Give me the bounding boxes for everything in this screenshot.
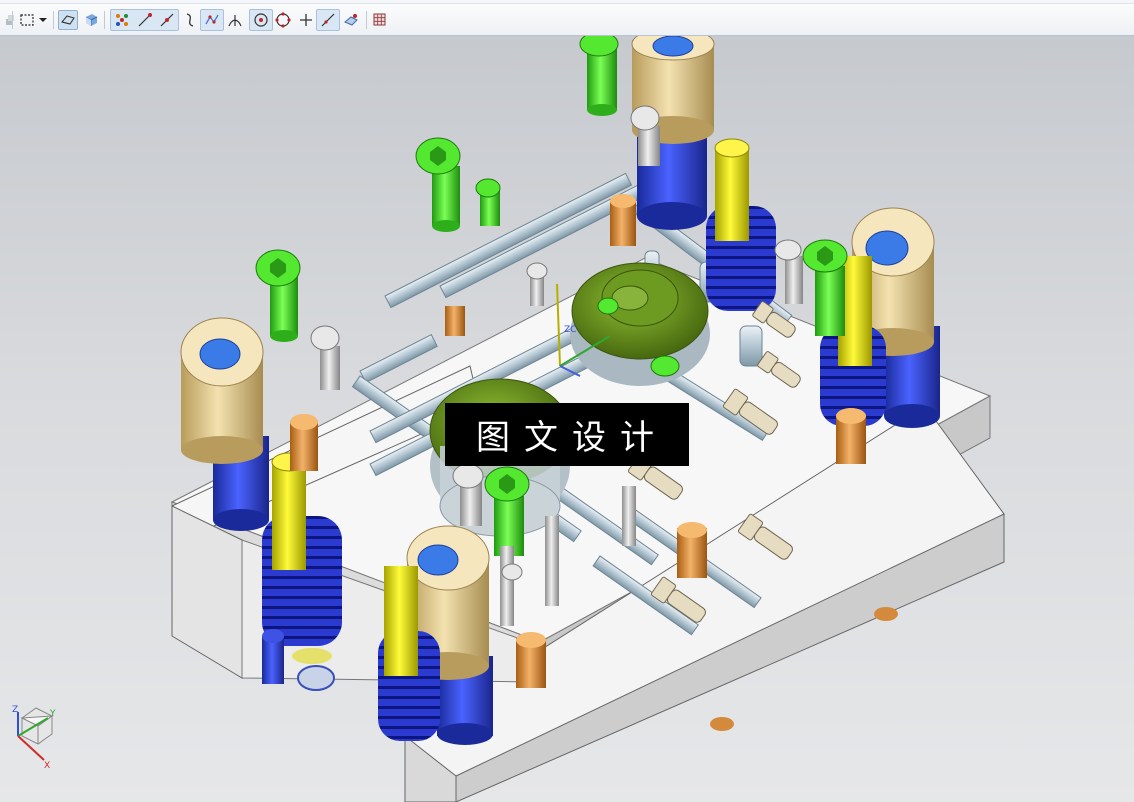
dropdown-arrow-icon[interactable] [37,10,49,30]
snap-all-points-icon[interactable] [112,10,132,30]
snap-point-on-face-icon[interactable] [341,10,361,30]
rectangle-select-icon[interactable] [18,10,38,30]
snap-arc-center-icon[interactable] [251,10,271,30]
snap-point-on-line-icon[interactable] [318,10,338,30]
triad-z-label: Z [12,705,18,715]
graphics-window[interactable]: ZC Z Y X 图文设计 [0,36,1134,802]
wireframe-view-icon[interactable] [58,10,78,30]
snap-point-on-curve-icon[interactable] [296,10,316,30]
triad-x-label: X [44,761,50,771]
snap-quadrant-icon[interactable] [273,10,293,30]
snap-curve-icon[interactable] [180,10,200,30]
selection-filter-icon[interactable] [0,10,20,30]
snap-midpoint-icon[interactable] [157,10,177,30]
triad-y-label: Y [49,709,56,719]
view-toolbar [0,0,1134,36]
snap-endpoint-icon[interactable] [135,10,155,30]
snap-intersection-icon[interactable] [225,10,245,30]
spring-top-right[interactable] [706,138,776,311]
punch-right[interactable] [570,262,710,386]
wcs-label: ZC [564,325,576,335]
watermark-banner: 图文设计 [445,403,689,466]
toolbar-top-strip [0,0,1134,4]
grid-icon[interactable] [370,10,390,30]
view-triad[interactable]: Z Y X [12,705,56,771]
shaded-view-icon[interactable] [81,10,101,30]
snap-control-point-icon[interactable] [202,10,222,30]
